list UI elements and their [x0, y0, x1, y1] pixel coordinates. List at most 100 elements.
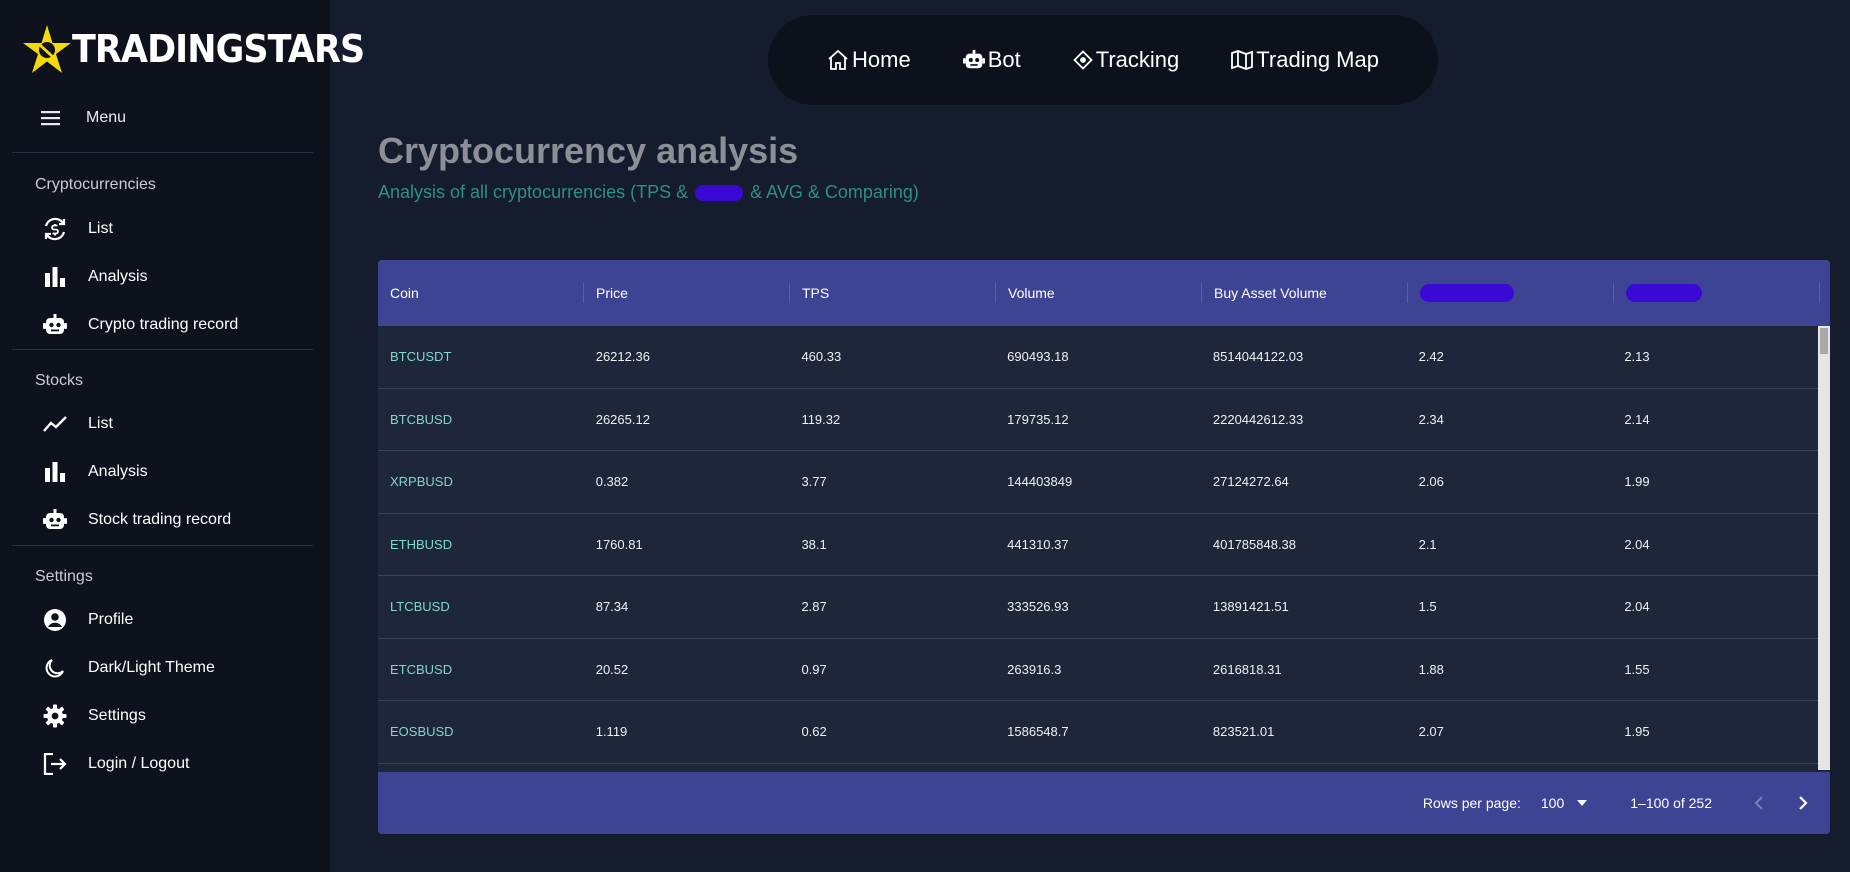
sidebar-item-label: Analysis	[88, 268, 148, 285]
column-header-label: Volume	[1008, 285, 1055, 301]
table-cell: 13891421.51	[1212, 599, 1289, 615]
column-separator[interactable]	[1819, 283, 1820, 303]
coin-link[interactable]: XRPBUSD	[378, 474, 584, 489]
currency-exchange-icon	[40, 214, 70, 244]
table-cell: 0.62	[801, 724, 827, 740]
subtitle-text-after: & AVG & Comparing)	[750, 182, 919, 202]
sidebar-item-profile[interactable]: Profile	[40, 605, 310, 635]
table-cell: 1.5	[1418, 599, 1437, 615]
moon-icon	[40, 653, 70, 683]
column-header-label: Buy Asset Volume	[1214, 285, 1327, 301]
sidebar-item-theme-toggle[interactable]: Dark/Light Theme	[40, 653, 310, 683]
gear-icon	[40, 701, 70, 731]
column-header-label: Coin	[390, 285, 419, 301]
sidebar-item-crypto-trading-record[interactable]: Crypto trading record	[40, 310, 310, 340]
table-row[interactable]: BTCUSDT 26212.36 460.33 690493.18 8514044122…	[378, 326, 1818, 389]
scrollbar-thumb[interactable]	[1820, 328, 1828, 354]
column-header-label: Price	[596, 285, 628, 301]
caret-down-icon	[1577, 800, 1588, 806]
table-pagination: Rows per page: 100 1–100 of 252	[378, 772, 1830, 834]
coin-link[interactable]: ETCBUSD	[378, 662, 584, 677]
table-cell: 2220442612.33	[1212, 411, 1304, 427]
table-cell: 87.34	[595, 599, 629, 615]
table-cell: 2.42	[1418, 349, 1444, 365]
robot-icon	[40, 505, 70, 535]
rows-per-page-select[interactable]: 100	[1541, 795, 1588, 811]
column-header-tps[interactable]: TPS	[790, 260, 996, 326]
column-header-price[interactable]: Price	[584, 260, 790, 326]
section-title-stocks: Stocks	[35, 372, 84, 389]
rows-per-page-label: Rows per page:	[1422, 795, 1521, 811]
coin-link[interactable]: LTCBUSD	[378, 599, 584, 614]
divider	[12, 545, 313, 546]
sidebar-item-label: Login / Logout	[88, 755, 190, 772]
sidebar-item-crypto-list[interactable]: List	[40, 214, 310, 244]
coin-link[interactable]: BTCUSDT	[378, 349, 584, 364]
topnav-label: Home	[852, 47, 911, 72]
table-row[interactable]: BTCBUSD 26265.12 119.32 179735.12 2220442612…	[378, 388, 1818, 451]
column-header-coin[interactable]: Coin	[378, 260, 584, 326]
previous-page-button[interactable]	[1744, 788, 1774, 818]
topnav-home[interactable]: Home	[827, 47, 911, 73]
table-cell: 460.33	[801, 349, 842, 365]
sidebar-item-stocks-list[interactable]: List	[40, 409, 310, 439]
table-cell: 3.77	[801, 474, 827, 490]
sidebar-item-label: List	[88, 220, 113, 237]
table-cell: 26265.12	[595, 411, 650, 427]
bar-chart-icon	[40, 457, 70, 487]
table-cell: 441310.37	[1007, 536, 1069, 552]
table-cell: 2.04	[1624, 536, 1650, 552]
column-header-redacted-1[interactable]	[1408, 260, 1614, 326]
coin-link[interactable]: ETHBUSD	[378, 537, 584, 552]
table-cell: 119.32	[801, 411, 841, 427]
table-scrollbar[interactable]	[1818, 326, 1830, 770]
table-row[interactable]: ETHBUSD 1760.81 38.1 441310.37 401785848.38 2…	[378, 513, 1818, 576]
sidebar-item-settings[interactable]: Settings	[40, 701, 310, 731]
sidebar-item-label: Crypto trading record	[88, 316, 239, 333]
coin-link[interactable]: BTCBUSD	[378, 412, 584, 427]
column-header-buy-asset-volume[interactable]: Buy Asset Volume	[1202, 260, 1408, 326]
coin-link[interactable]: EOSBUSD	[378, 724, 584, 739]
table-body: BTCUSDT 26212.36 460.33 690493.18 8514044122…	[378, 326, 1818, 764]
sidebar-item-stocks-analysis[interactable]: Analysis	[40, 457, 310, 487]
crypto-analysis-table: Coin Price TPS Volume Buy Asset Volume B…	[378, 260, 1830, 834]
brand-logo[interactable]: TRADINGSTARS	[22, 22, 390, 76]
sidebar-item-crypto-analysis[interactable]: Analysis	[40, 262, 310, 292]
topnav-label: Tracking	[1095, 47, 1180, 72]
topnav-tracking[interactable]: Tracking	[1072, 47, 1180, 73]
table-cell: 1.55	[1624, 661, 1650, 677]
topnav-trading-map[interactable]: Trading Map	[1231, 47, 1379, 73]
table-row[interactable]: XRPBUSD 0.382 3.77 144403849 27124272.64 2.06…	[378, 451, 1818, 514]
home-icon	[828, 49, 848, 70]
table-cell: 2616818.31	[1212, 661, 1282, 677]
redaction-mark	[695, 185, 744, 202]
rows-per-page-value: 100	[1540, 795, 1565, 811]
table-cell: 1.99	[1624, 474, 1650, 490]
bar-chart-icon	[40, 262, 70, 292]
robot-icon	[962, 49, 985, 69]
sidebar-item-stock-trading-record[interactable]: Stock trading record	[40, 505, 310, 535]
table-cell: 1760.81	[595, 536, 643, 552]
table-cell: 333526.93	[1007, 599, 1069, 615]
topnav-bot[interactable]: Bot	[962, 47, 1021, 73]
column-header-volume[interactable]: Volume	[996, 260, 1202, 326]
chevron-left-icon	[1754, 796, 1763, 810]
column-header-redacted-2[interactable]	[1614, 260, 1820, 326]
next-page-button[interactable]	[1788, 788, 1818, 818]
redaction-mark	[1420, 284, 1514, 302]
sidebar: TRADINGSTARS Menu Cryptocurrencies List …	[0, 0, 365, 872]
table-row[interactable]: LTCBUSD 87.34 2.87 333526.93 13891421.51 1.5 2…	[378, 576, 1818, 639]
table-row[interactable]: EOSBUSD 1.119 0.62 1586548.7 823521.01 2.07 1.…	[378, 701, 1818, 764]
sidebar-item-label: Analysis	[88, 463, 148, 480]
table-row[interactable]: ETCBUSD 20.52 0.97 263916.3 2616818.31 1.88 1.…	[378, 638, 1818, 701]
menu-label: Menu	[86, 109, 127, 126]
brand-name: TRADINGSTARS	[72, 27, 365, 71]
menu-toggle[interactable]: Menu	[40, 104, 126, 132]
table-cell: 2.13	[1624, 349, 1650, 365]
table-cell: 2.04	[1624, 599, 1650, 615]
sidebar-item-login-logout[interactable]: Login / Logout	[40, 749, 310, 779]
table-cell: 20.52	[595, 661, 629, 677]
column-header-label: TPS	[802, 285, 830, 301]
divider	[12, 152, 313, 153]
sidebar-item-label: Stock trading record	[88, 511, 232, 528]
